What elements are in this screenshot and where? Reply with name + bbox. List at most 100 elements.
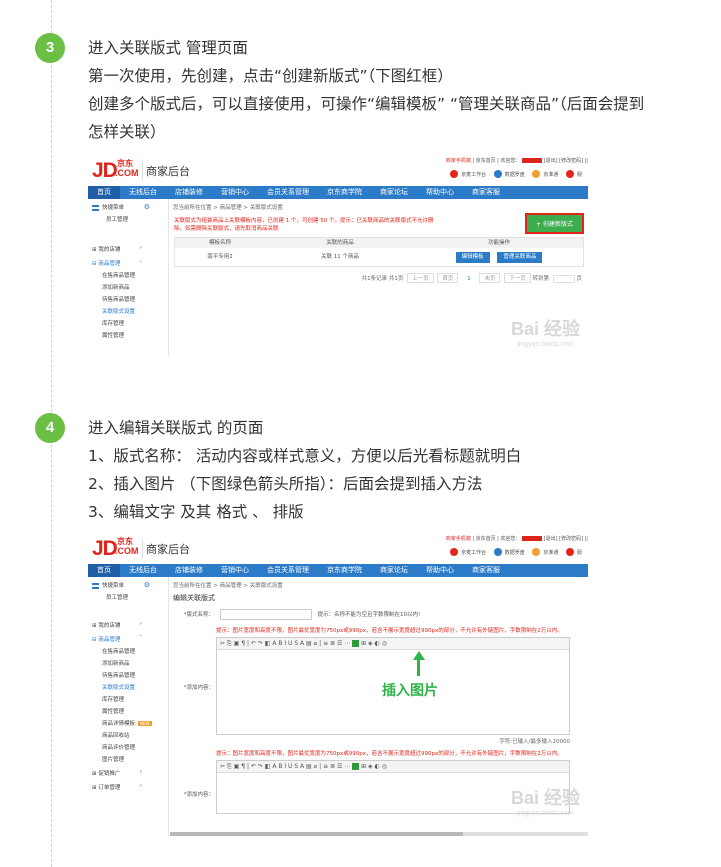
sidebar-item[interactable]: 库存管理 <box>88 315 168 327</box>
col-actions: 功能操作 <box>487 240 510 246</box>
step-4-line: 进入编辑关联版式 的页面 <box>88 419 264 437</box>
insert-image-annotation: 插入图片 <box>382 683 438 699</box>
nav-crm[interactable]: 会员关系管理 <box>258 186 318 199</box>
service-link[interactable]: 服 <box>565 548 582 556</box>
cell-actions: 编辑模板 管理关联商品 <box>415 248 583 266</box>
step-3-line: 怎样关联） <box>88 123 166 141</box>
jingmai-link[interactable]: 京麦工作台 <box>450 170 486 178</box>
nav-forum[interactable]: 商家论坛 <box>371 186 417 199</box>
pager-go[interactable]: 页 <box>576 276 582 282</box>
new-badge: NEW <box>138 721 152 726</box>
merchant-backend-title: 商家后台 <box>146 165 190 178</box>
account-links[interactable]: [退出] [修改密码] || <box>544 158 588 164</box>
data-compass-link[interactable]: 数据罗盘 <box>493 548 525 556</box>
create-layout-button[interactable]: + 创建新版式 <box>525 213 584 234</box>
toolbar-buttons[interactable]: ✂ ⎘ ▣ ¶ | ↶ ↷ ◧ A B I U S A ▤ ⌀ | ≡ ≣ ☰ … <box>220 763 350 770</box>
layout-name-input[interactable] <box>219 609 312 620</box>
sidebar-group-my-store[interactable]: ⊞ 我的店铺 › <box>88 239 168 253</box>
sidebar-item[interactable]: 图片管理 <box>88 751 168 763</box>
sidebar-item[interactable]: 在售商品管理 <box>88 267 168 279</box>
mobile-link[interactable]: 商家手机端 <box>446 536 471 542</box>
mobile-link[interactable]: 商家手机端 <box>446 158 471 164</box>
nav-help[interactable]: 帮助中心 <box>417 186 463 199</box>
sidebar-item[interactable]: 在售商品管理 <box>88 643 168 655</box>
pager-last[interactable]: 末页 <box>479 273 501 283</box>
insert-image-icon[interactable] <box>352 640 360 647</box>
jd-logo-com: .COM <box>115 546 139 556</box>
edit-template-button[interactable]: 编辑模板 <box>455 252 490 263</box>
nav-academy[interactable]: 京东商学院 <box>318 564 371 577</box>
merchant-backend-title: 商家后台 <box>146 543 190 556</box>
sidebar-item[interactable]: 库存管理 <box>88 691 168 703</box>
pager-current[interactable]: 1 <box>462 275 476 283</box>
sidebar-group-goods[interactable]: ⊟ 商品管理 › <box>88 253 168 267</box>
account-links[interactable]: [退出] [修改密码] || <box>544 536 588 542</box>
chevron-right-icon: › <box>139 769 142 775</box>
horizontal-scrollbar[interactable] <box>170 832 588 836</box>
pager-goto-input[interactable] <box>552 275 575 283</box>
green-arrow-head-icon <box>413 651 425 660</box>
compass-icon <box>493 170 502 178</box>
nav-wireless[interactable]: 无线后台 <box>120 186 166 199</box>
gear-icon[interactable]: ⚙ <box>144 581 150 589</box>
service-link[interactable]: 服 <box>565 170 582 178</box>
sidebar-item[interactable]: 待售商品管理 <box>88 291 168 303</box>
nav-service[interactable]: 商家客服 <box>463 564 509 577</box>
home-links[interactable]: | 京东首页 | 欢迎您： <box>472 158 520 164</box>
toolbar-buttons[interactable]: ✂ ⎘ ▣ ¶ | ↶ ↷ ◧ A B I U S A ▤ ⌀ | ≡ ≣ ☰ … <box>220 640 350 647</box>
toolbar-tail-buttons[interactable]: ⊞ ◈ ◐ ◎ <box>361 640 387 647</box>
nav-service[interactable]: 商家客服 <box>463 186 509 199</box>
sidebar-item[interactable]: 商品回收站 <box>88 727 168 739</box>
quick-menu[interactable]: 快捷菜单 ⚙ 员工管理 <box>88 577 168 603</box>
pager-next[interactable]: 下一页 <box>504 273 531 283</box>
sidebar-item-active[interactable]: 关联版式设置 <box>88 679 168 691</box>
jingzhuntong-link[interactable]: 京准通 <box>532 170 558 178</box>
sidebar-item[interactable]: 添加新商品 <box>88 279 168 291</box>
nav-wireless[interactable]: 无线后台 <box>120 564 166 577</box>
watermark-url: jingyan.baidu.com <box>517 341 574 348</box>
char-counter: 字符:已输入/最多输入20000 <box>499 739 570 745</box>
home-links[interactable]: | 京东首页 | 欢迎您： <box>472 536 520 542</box>
pager-first[interactable]: 首页 <box>437 273 459 283</box>
nav-decoration[interactable]: 店铺装修 <box>166 564 212 577</box>
image-tip: 提示：图片宽度和高度不限，图片最优宽度为750px或990px，若含不展示宽度超… <box>216 628 563 634</box>
quick-menu-staff[interactable]: 员工管理 <box>92 215 168 223</box>
quick-menu-staff[interactable]: 员工管理 <box>92 593 168 601</box>
name-hint: 提示：名称不能为空且字数限制在10以内! <box>317 612 421 618</box>
sidebar-group-promotion[interactable]: ⊞ 促销推广 › <box>88 763 168 777</box>
data-compass-link[interactable]: 数据罗盘 <box>493 170 525 178</box>
sidebar-item-active[interactable]: 关联版式设置 <box>88 303 168 315</box>
toolbar-tail-buttons[interactable]: ⊞ ◈ ◐ ◎ <box>361 763 387 770</box>
sidebar-item[interactable]: 属性管理 <box>88 327 168 339</box>
sidebar-item[interactable]: 属性管理 <box>88 703 168 715</box>
manage-products-button[interactable]: 管理关联商品 <box>497 252 543 263</box>
jingzhuntong-link[interactable]: 京准通 <box>532 548 558 556</box>
top-links: 商家手机端 | 京东首页 | 欢迎您： [退出] [修改密码] || <box>446 157 588 164</box>
sidebar-group-goods[interactable]: ⊟ 商品管理 ˅ <box>88 629 168 643</box>
nav-academy[interactable]: 京东商学院 <box>318 186 371 199</box>
sidebar-group-orders[interactable]: ⊞ 订单管理 › <box>88 777 168 791</box>
sidebar-group-my-store[interactable]: ⊞ 我的店铺 › <box>88 615 168 629</box>
gear-icon[interactable]: ⚙ <box>144 203 150 211</box>
jingmai-link[interactable]: 京麦工作台 <box>450 548 486 556</box>
col-name: 模板名称 <box>208 240 231 246</box>
nav-forum[interactable]: 商家论坛 <box>371 564 417 577</box>
content-label: *添加内容： <box>183 685 214 691</box>
sidebar-item[interactable]: 商品评价管理 <box>88 739 168 751</box>
baidu-watermark: Bai 经验 jingyan.baidu.com <box>511 789 580 822</box>
quick-menu[interactable]: 快捷菜单 ⚙ 员工管理 <box>88 199 168 225</box>
pager-prev[interactable]: 上一页 <box>407 273 434 283</box>
nav-marketing[interactable]: 营销中心 <box>212 186 258 199</box>
insert-image-icon[interactable] <box>352 763 360 770</box>
jd-logo-com: .COM <box>115 168 139 178</box>
nav-marketing[interactable]: 营销中心 <box>212 564 258 577</box>
nav-help[interactable]: 帮助中心 <box>417 564 463 577</box>
nav-home[interactable]: 首页 <box>88 186 120 199</box>
nav-crm[interactable]: 会员关系管理 <box>258 564 318 577</box>
nav-decoration[interactable]: 店铺装修 <box>166 186 212 199</box>
sidebar-item[interactable]: 待售商品管理 <box>88 667 168 679</box>
sidebar-item[interactable]: 商品详情模板 NEW <box>88 715 168 727</box>
sidebar-item[interactable]: 添加新商品 <box>88 655 168 667</box>
nav-home[interactable]: 首页 <box>88 564 120 577</box>
scrollbar-thumb[interactable] <box>170 832 463 836</box>
